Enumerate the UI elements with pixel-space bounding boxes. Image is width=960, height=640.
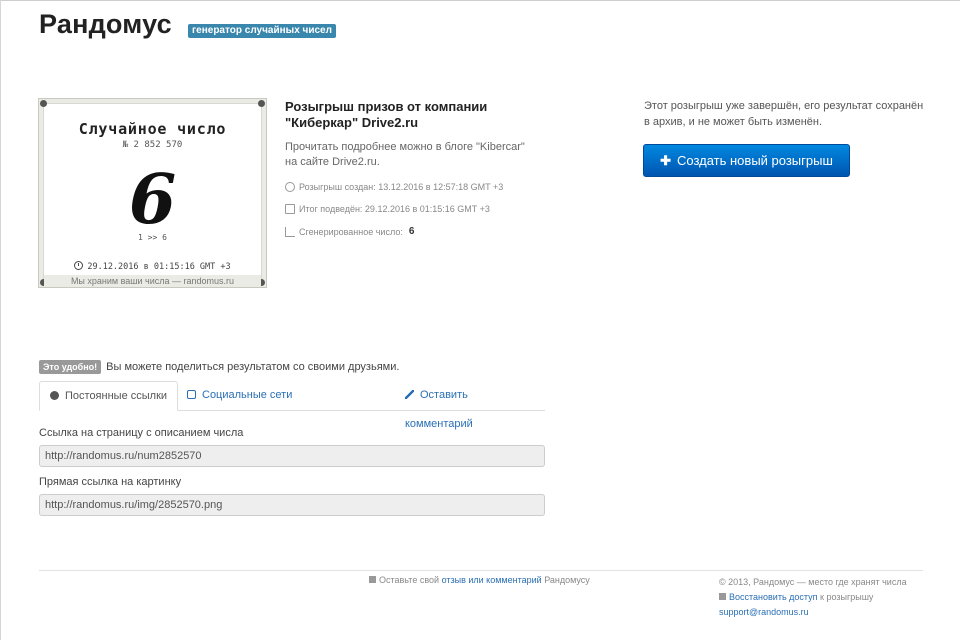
create-button-label: Создать новый розыгрыш [676,153,833,168]
share-tabs: Постоянные ссылки Социальные сети Остави… [39,381,545,430]
certificate-title: Случайное число [78,120,227,138]
pencil-icon [369,576,376,583]
certificate-date-row: 29.12.2016 в 01:15:16 GMT +3 [44,261,261,272]
tab-label: Постоянные ссылки [65,390,168,402]
generated-meta: Сгенерированное число: 6 [285,226,535,237]
bar-chart-icon [285,226,295,237]
thumbs-up-icon [187,390,196,399]
draw-description: Прочитать подробнее можно в блоге "Kiber… [285,141,525,168]
corner-rivet-icon [40,100,47,107]
generated-value: 6 [408,226,415,237]
created-meta: Розыгрыш создан: 13.12.2016 в 12:57:18 G… [285,182,535,192]
page-link-field[interactable] [39,445,545,467]
corner-rivet-icon [258,100,265,107]
tab-label: Социальные сети [202,389,293,401]
certificate-footer: Мы храним ваши числа — randomus.ru [44,275,261,286]
draw-title: Розыгрыш призов от компании "Киберкар" D… [285,99,488,130]
site-logo[interactable]: Рандомус [39,9,172,40]
pencil-icon [405,390,414,399]
create-new-draw-button[interactable]: ✚ Создать новый розыгрыш [643,144,850,177]
finished-meta: Итог подведён: 29.12.2016 в 01:15:16 GMT… [285,204,535,214]
share-badge: Это удобно! [39,360,102,374]
clock-icon [285,182,295,192]
tab-label: Оставить комментарий [405,389,473,430]
tab-leave-comment[interactable]: Оставить комментарий [395,381,545,430]
random-number-certificate: Случайное число № 2 852 570 6 1 >> 6 29.… [38,98,267,288]
certificate-number: № 2 852 570 [122,140,183,150]
restore-suffix: к розыгрышу [820,592,874,602]
footer-divider [39,570,923,571]
feedback-suffix: Рандомусу [544,575,590,585]
draw-info: Розыгрыш призов от компании "Киберкар" D… [285,99,535,237]
random-value: 6 [128,160,177,240]
page-link-label: Ссылка на страницу с описанием числа [39,427,244,439]
certificate-date: 29.12.2016 в 01:15:16 GMT +3 [87,262,231,272]
plus-icon: ✚ [660,153,671,168]
share-prompt: Это удобно! Вы можете поделиться результ… [39,360,399,374]
copyright: © 2013, Рандомус — место где хранят числ… [719,577,907,587]
support-email-link[interactable]: support@randomus.ru [719,607,809,617]
feedback-link[interactable]: отзыв или комментарий [442,575,542,585]
lock-icon [719,593,726,600]
clock-icon [74,261,84,270]
footer-info: © 2013, Рандомус — место где хранят числ… [719,575,907,620]
globe-icon [50,391,59,400]
finished-text: Итог подведён: 29.12.2016 в 01:15:16 GMT… [299,204,490,214]
image-link-label: Прямая ссылка на картинку [39,476,182,488]
share-text: Вы можете поделиться результатом со свои… [106,361,400,373]
checkbox-icon [285,204,295,214]
certificate-inner: Случайное число № 2 852 570 6 1 >> 6 29.… [40,100,265,286]
generated-label: Сгенерированное число: [299,226,403,237]
tab-permanent-links[interactable]: Постоянные ссылки [39,381,179,411]
tagline-badge: генератор случайных чисел [188,24,336,38]
archived-note: Этот розыгрыш уже завершён, его результа… [644,100,924,128]
image-link-field[interactable] [39,494,545,516]
restore-row: Восстановить доступ к розыгрышу [719,590,907,605]
footer-feedback: Оставьте свой отзыв или комментарий Ранд… [369,575,590,585]
feedback-prefix: Оставьте свой [379,575,440,585]
tab-social-networks[interactable]: Социальные сети [177,381,302,411]
restore-access-link[interactable]: Восстановить доступ [729,592,817,602]
certificate-range: 1 >> 6 [138,233,167,242]
created-text: Розыгрыш создан: 13.12.2016 в 12:57:18 G… [299,182,504,192]
